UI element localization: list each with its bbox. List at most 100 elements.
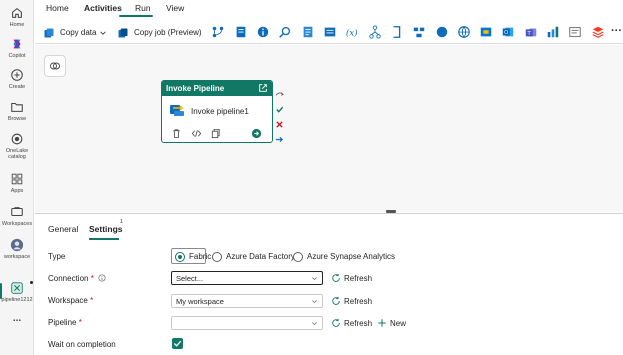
pipeline-refresh-button[interactable]: Refresh: [331, 318, 372, 328]
radio-synapse-indicator[interactable]: [293, 251, 303, 262]
unsaved-dot: [30, 281, 33, 284]
refresh-icon: [332, 318, 340, 327]
filter-icon[interactable]: [390, 25, 404, 39]
copy-job-button[interactable]: Copy job (Preview): [117, 26, 202, 39]
type-label: Type: [48, 252, 66, 261]
home-icon: [12, 8, 22, 18]
rail-onelake-label-2: catalog: [8, 154, 26, 160]
canvas-view-button[interactable]: [44, 55, 66, 77]
properties-panel: General Settings 1 Type Fabric Azure Dat…: [35, 213, 623, 355]
notebook-icon[interactable]: [234, 25, 248, 39]
radio-azure-synapse[interactable]: Azure Synapse Analytics: [293, 249, 395, 264]
rail-create[interactable]: Create: [0, 68, 34, 90]
copy-data-button[interactable]: Copy data: [43, 26, 107, 39]
settings-error-badge: 1: [120, 219, 124, 225]
workspace-refresh-label: Refresh: [344, 296, 373, 306]
tab-view[interactable]: View: [166, 3, 184, 13]
radio-fabric[interactable]: Fabric: [175, 249, 211, 264]
workspaces-icon: [11, 207, 23, 217]
databricks-icon[interactable]: [591, 25, 605, 39]
rail-home-label: Home: [9, 22, 25, 28]
pipeline-select[interactable]: [171, 316, 323, 330]
copy-job-icon: [118, 28, 128, 37]
active-tab-indicator: [119, 15, 153, 17]
completion-handle-icon[interactable]: [275, 135, 284, 144]
azure-function-icon[interactable]: [479, 25, 493, 39]
connection-select[interactable]: Select...: [171, 271, 323, 285]
top-menu: Home Activities Run View: [35, 0, 623, 18]
web-icon[interactable]: [435, 25, 449, 39]
webhook-icon[interactable]: [457, 25, 471, 39]
rail-workspaces[interactable]: Workspaces: [0, 205, 34, 227]
pipeline-canvas[interactable]: Invoke Pipeline Invoke pipeline1: [35, 45, 623, 212]
view-options-icon: [50, 62, 60, 70]
info-icon[interactable]: [98, 274, 106, 282]
radio-azure-data-factory[interactable]: Azure Data Factory: [212, 249, 295, 264]
rail-pipeline-label: pipeline1212: [1, 297, 33, 303]
rail-apps[interactable]: Apps: [0, 172, 34, 194]
rail-workspace[interactable]: workspace: [0, 238, 34, 260]
refresh-icon: [332, 273, 340, 282]
pipeline-new-label: New: [390, 318, 407, 328]
dataflow-icon[interactable]: [546, 25, 560, 39]
workspace-required-mark: *: [90, 296, 94, 305]
active-panel-tab-indicator: [89, 238, 119, 240]
script-icon[interactable]: [301, 25, 315, 39]
tab-general[interactable]: General: [48, 224, 78, 234]
copy-data-label: Copy data: [60, 28, 97, 37]
workspace-select-value: My workspace: [176, 297, 224, 306]
apps-icon: [11, 173, 23, 185]
semantic-model-icon[interactable]: [568, 25, 582, 39]
workspace-refresh-button[interactable]: Refresh: [331, 296, 372, 306]
rail-home[interactable]: Home: [0, 6, 34, 28]
more-icon[interactable]: ...: [13, 313, 21, 324]
skip-handle-icon[interactable]: [275, 90, 284, 99]
copy-icon[interactable]: [210, 128, 221, 139]
workspace-select[interactable]: My workspace: [171, 294, 323, 308]
teams-icon[interactable]: T: [524, 25, 538, 39]
tab-run[interactable]: Run: [135, 3, 151, 13]
open-external-icon[interactable]: [258, 83, 268, 93]
foreach-icon[interactable]: [412, 25, 426, 39]
outlook-icon[interactable]: O: [501, 25, 515, 39]
info-icon[interactable]: [256, 25, 270, 39]
radio-adf-indicator[interactable]: [212, 251, 222, 262]
branch-icon[interactable]: [211, 25, 225, 39]
code-icon[interactable]: [191, 128, 202, 139]
delete-icon[interactable]: [171, 128, 182, 139]
copy-data-icon: [44, 28, 54, 37]
more-activities-button[interactable]: ···: [611, 24, 622, 37]
rail-more[interactable]: ...: [0, 313, 34, 324]
workspace-label: Workspace *: [48, 296, 93, 305]
invoke-pipeline-activity[interactable]: Invoke Pipeline Invoke pipeline1: [161, 80, 273, 143]
radio-fabric-indicator[interactable]: [175, 251, 185, 262]
stored-procedure-icon[interactable]: [323, 25, 337, 39]
rail-browse[interactable]: Browse: [0, 100, 34, 122]
switch-icon[interactable]: [368, 25, 382, 39]
connection-select-value: Select...: [176, 274, 204, 283]
success-handle-icon[interactable]: [275, 105, 284, 114]
copilot-icon: [13, 39, 21, 49]
connection-refresh-button[interactable]: Refresh: [331, 273, 372, 283]
tab-activities[interactable]: Activities: [84, 3, 122, 13]
wait-on-completion-checkbox[interactable]: [172, 338, 183, 349]
connection-required-mark: *: [90, 274, 94, 283]
refresh-icon: [332, 296, 340, 305]
lookup-icon[interactable]: [278, 25, 292, 39]
connection-refresh-label: Refresh: [344, 273, 373, 283]
failure-handle-icon[interactable]: [275, 120, 284, 129]
connection-label: Connection *: [48, 274, 106, 283]
rail-pipeline[interactable]: pipeline1212: [0, 281, 34, 303]
chevron-down-icon: [312, 322, 317, 326]
activity-output-handles: [275, 90, 285, 150]
tab-home[interactable]: Home: [46, 3, 69, 13]
variable-icon[interactable]: (x): [345, 25, 359, 39]
rail-copilot[interactable]: Copilot: [0, 37, 34, 59]
wait-on-completion-label: Wait on completion: [48, 340, 116, 349]
tab-settings[interactable]: Settings: [89, 224, 123, 234]
rail-onelake[interactable]: OneLake catalog: [0, 132, 34, 160]
pipeline-new-button[interactable]: New: [377, 318, 406, 328]
onelake-icon: [11, 133, 23, 145]
run-arrow-icon[interactable]: [251, 128, 262, 139]
pipeline-refresh-label: Refresh: [344, 318, 373, 328]
